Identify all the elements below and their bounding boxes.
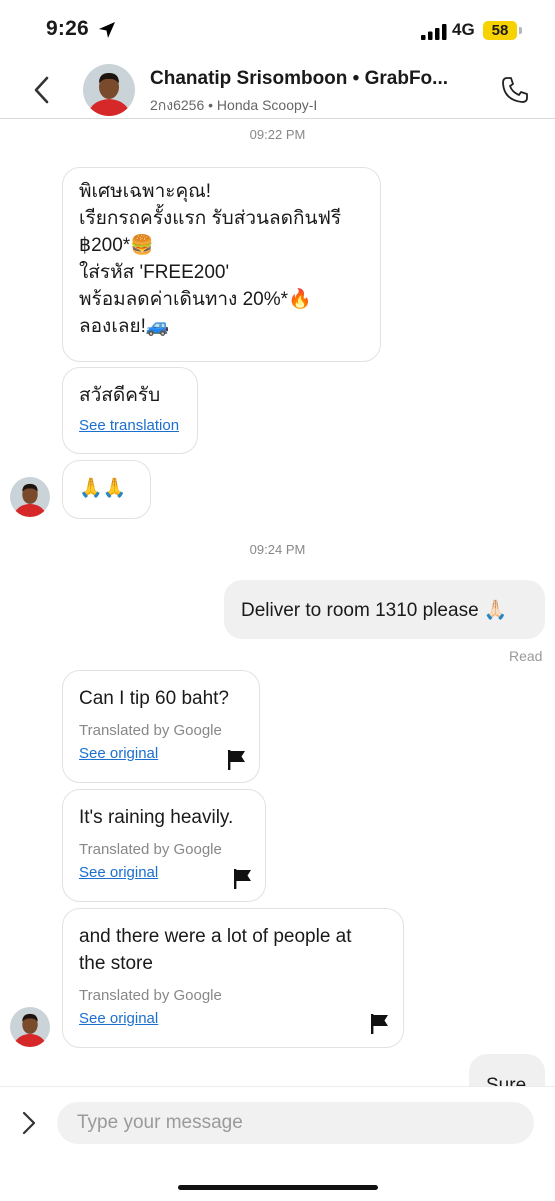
see-original-link[interactable]: See original — [79, 1010, 387, 1027]
status-bar: 9:26 4G 58 — [0, 0, 555, 60]
network-type: 4G — [452, 20, 475, 39]
battery-cap — [519, 27, 522, 34]
home-indicator — [178, 1185, 378, 1190]
driver-avatar[interactable] — [10, 477, 50, 517]
outgoing-message-bubble: Sure — [469, 1054, 545, 1086]
message-text: and there were a lot of people at — [79, 926, 352, 947]
read-receipt: Read — [509, 648, 543, 664]
crowd-message-bubble: and there were a lot of people at the st… — [62, 908, 404, 1048]
message-input[interactable] — [57, 1102, 534, 1144]
timestamp: 09:22 PM — [249, 127, 306, 142]
timestamp: 09:24 PM — [249, 542, 306, 557]
tip-message-bubble: Can I tip 60 baht? Translated by Google … — [62, 670, 260, 783]
promo-line: เรียกรถครั้งแรก รับส่วนลดกินฟรี — [79, 208, 342, 229]
translated-note: Translated by Google — [79, 987, 222, 1004]
chat-header: Chanatip Srisomboon • GrabFo... 2กง6256 … — [0, 60, 555, 119]
promo-line: ฿200*🍔 — [79, 235, 154, 256]
driver-avatar[interactable] — [83, 64, 135, 116]
greeting-message-bubble: สวัสดีครับ See translation — [62, 367, 198, 454]
outgoing-message-bubble: Deliver to room 1310 please 🙏🏻 — [224, 580, 545, 639]
message-list[interactable]: 09:22 PM พิเศษเฉพาะคุณ! เรียกรถครั้งแรก … — [0, 119, 555, 1086]
flag-icon[interactable] — [234, 869, 252, 889]
message-composer — [0, 1086, 555, 1201]
signal-bars-icon — [421, 24, 447, 40]
see-original-link[interactable]: See original — [79, 745, 243, 762]
message-text: สวัสดีครับ — [79, 385, 161, 406]
message-text: It's raining heavily. — [79, 807, 234, 828]
message-text: 🙏🙏 — [79, 478, 127, 499]
promo-line: พิเศษเฉพาะคุณ! — [79, 181, 212, 202]
promo-line: ใส่รหัส 'FREE200' — [79, 262, 230, 283]
battery-indicator: 58 — [483, 21, 517, 40]
expand-chevron-icon[interactable] — [20, 1110, 38, 1136]
translated-note: Translated by Google — [79, 841, 222, 858]
message-text: Deliver to room 1310 please 🙏🏻 — [241, 600, 508, 621]
driver-name: Chanatip Srisomboon • GrabFo... — [150, 68, 448, 89]
message-text: Can I tip 60 baht? — [79, 688, 229, 709]
flag-icon[interactable] — [371, 1014, 389, 1034]
message-text: Sure — [486, 1075, 527, 1086]
vehicle-info: 2กง6256 • Honda Scoopy-I — [150, 97, 318, 113]
rain-message-bubble: It's raining heavily. Translated by Goog… — [62, 789, 266, 902]
phone-icon[interactable] — [500, 75, 530, 105]
translated-note: Translated by Google — [79, 722, 222, 739]
flag-icon[interactable] — [228, 750, 246, 770]
driver-avatar[interactable] — [10, 1007, 50, 1047]
emoji-message-bubble: 🙏🙏 — [62, 460, 151, 519]
back-chevron-icon[interactable] — [28, 74, 56, 106]
status-time: 9:26 — [46, 17, 89, 40]
message-text: the store — [79, 953, 153, 974]
location-arrow-icon — [99, 22, 115, 38]
see-original-link[interactable]: See original — [79, 864, 249, 881]
promo-message-bubble: พิเศษเฉพาะคุณ! เรียกรถครั้งแรก รับส่วนลด… — [62, 167, 381, 362]
promo-line: พร้อมลดค่าเดินทาง 20%*🔥 — [79, 289, 312, 310]
see-translation-link[interactable]: See translation — [79, 417, 181, 434]
promo-line: ลองเลย!🚙 — [79, 316, 170, 337]
